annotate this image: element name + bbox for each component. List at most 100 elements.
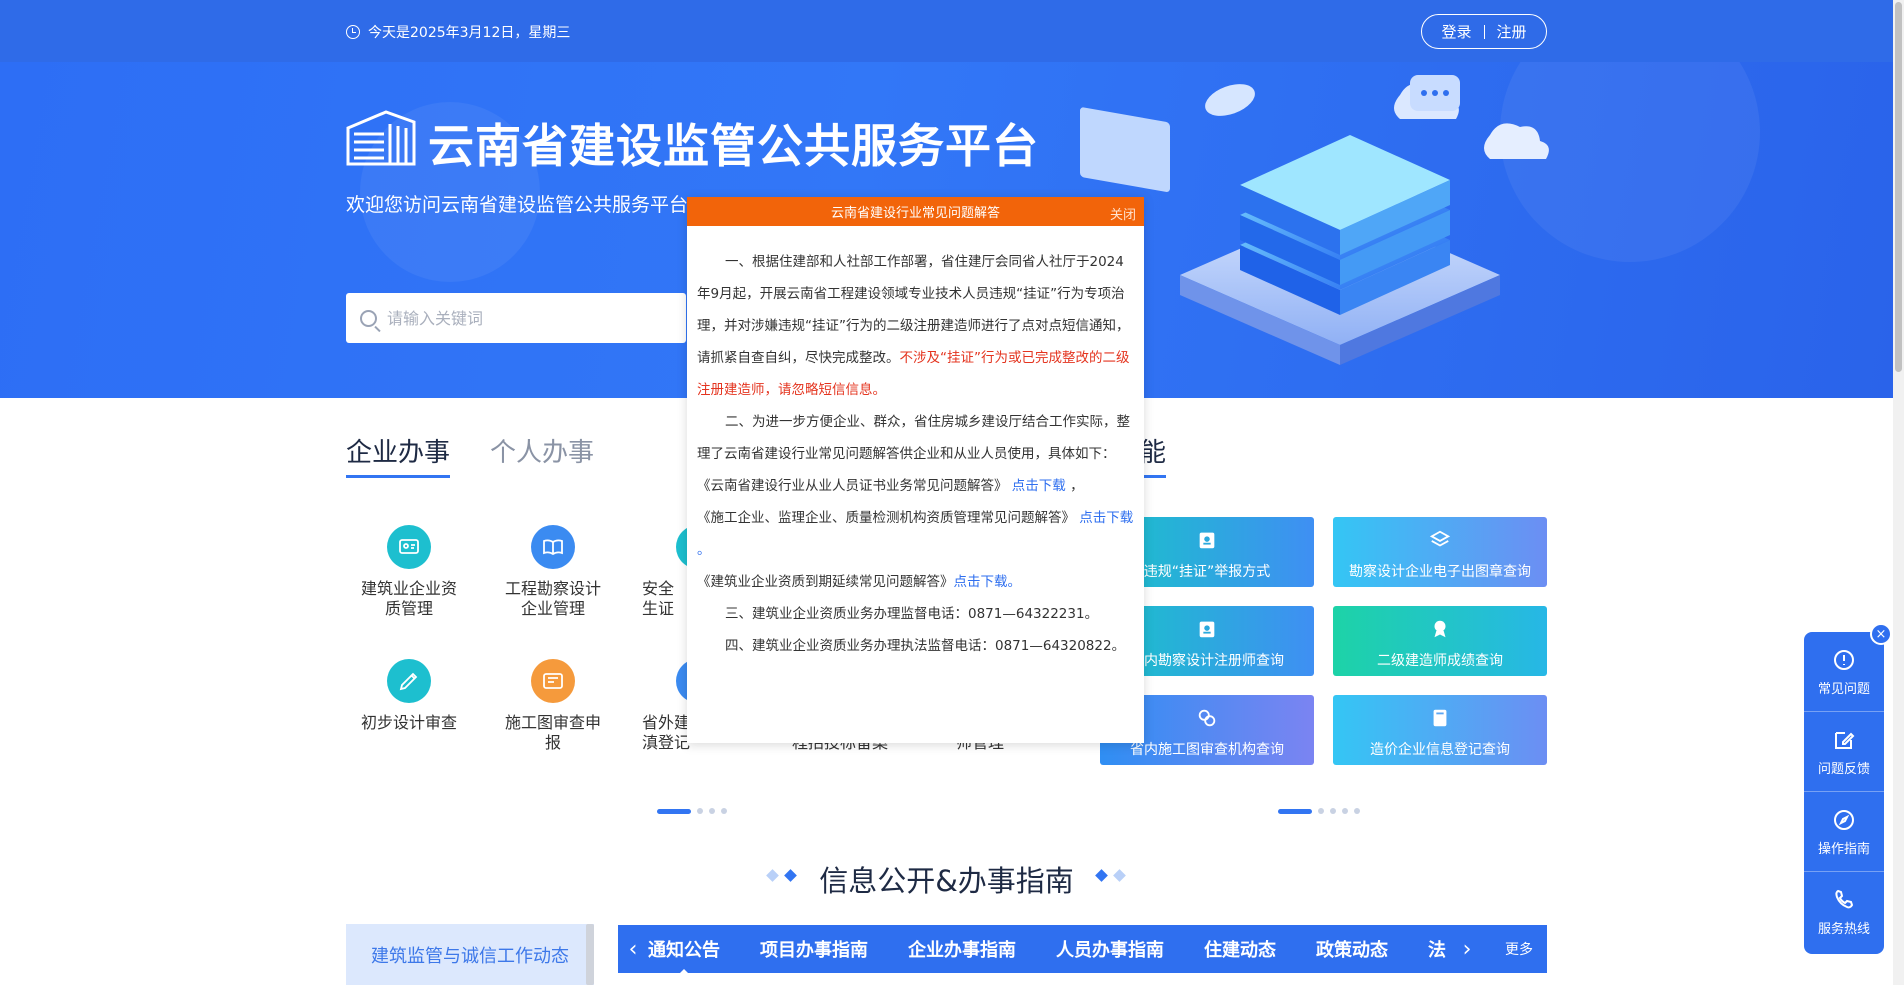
news-tab-housing-news[interactable]: 住建动态 [1204, 936, 1276, 962]
card-cost-enterprise-query[interactable]: 造价企业信息登记查询 [1333, 695, 1547, 765]
float-label: 服务热线 [1817, 922, 1870, 937]
carousel-dot[interactable] [1342, 808, 1348, 814]
card-label: 造价企业信息登记查询 [1370, 742, 1510, 758]
card-seal-query[interactable]: 勘察设计企业电子出图章查询 [1333, 517, 1547, 587]
register-link[interactable]: 注册 [1497, 21, 1527, 42]
service-label: 工程勘察设计企业管理 [504, 579, 601, 618]
carousel-dot[interactable] [1278, 808, 1312, 814]
login-link[interactable]: 登录 [1441, 21, 1471, 42]
download-link[interactable]: 点击下载 [1012, 478, 1066, 494]
doc-title: 《云南省建设行业从业人员证书业务常见问题解答》 [697, 478, 1008, 494]
chevron-right-icon[interactable]: › [1452, 937, 1482, 962]
news-tab-personnel-guide[interactable]: 人员办事指南 [1056, 936, 1164, 962]
left-panel-header[interactable]: 建筑监管与诚信工作动态 [346, 924, 594, 985]
pencil-icon [387, 659, 431, 703]
book-icon [531, 525, 575, 569]
search-icon[interactable] [360, 309, 377, 327]
page-scrollbar-thumb[interactable] [1895, 2, 1902, 372]
service-label: 初步设计审查 [360, 713, 457, 732]
tab-personal[interactable]: 个人办事 [490, 432, 594, 478]
download-link[interactable]: 点击下载 [1079, 510, 1133, 526]
service-item-construction[interactable]: 建筑业企业资质管理 [354, 525, 464, 619]
card-builder-score-query[interactable]: 二级建造师成绩查询 [1333, 606, 1547, 676]
medal-icon [1434, 620, 1446, 638]
site-logo-icon [346, 110, 416, 166]
carousel-dot[interactable] [709, 808, 715, 814]
float-item-feedback[interactable]: 问题反馈 [1804, 712, 1884, 792]
service-tabs: 企业办事 个人办事 [346, 432, 594, 478]
phone-icon [1835, 889, 1854, 909]
float-label: 问题反馈 [1817, 762, 1870, 777]
card-label: 勘察设计企业电子出图章查询 [1349, 564, 1531, 580]
service-item-drawing-review[interactable]: 施工图审查申报 [498, 659, 608, 753]
doc-tail: 。 [697, 542, 711, 558]
service-item-safety[interactable]: 安全生证 [642, 525, 688, 619]
float-label: 常见问题 [1817, 682, 1870, 697]
float-close-button[interactable]: × [1870, 623, 1892, 645]
service-label: 建筑业企业资质管理 [360, 579, 457, 618]
section-title: 信息公开&办事指南 [819, 864, 1074, 898]
divider [1483, 24, 1485, 39]
exclamation-icon [1834, 650, 1854, 670]
layers-icon [1429, 530, 1451, 547]
doc-title: 《建筑业企业资质到期延续常见问题解答》 [697, 574, 954, 590]
news-tab-notice[interactable]: 通知公告 [648, 936, 720, 976]
carousel-dot[interactable] [697, 808, 703, 814]
news-tab-project-guide[interactable]: 项目办事指南 [760, 936, 868, 962]
carousel-dots-right [1278, 808, 1360, 814]
site-title: 云南省建设监管公共服务平台 [428, 119, 1039, 173]
side-float-panel: 常见问题 问题反馈 操作指南 服务热线 [1804, 632, 1884, 954]
news-tab-policy-news[interactable]: 政策动态 [1316, 936, 1388, 962]
auth-group: 登录 注册 [1421, 14, 1547, 49]
left-panel-scrollbar[interactable] [586, 924, 594, 985]
service-item-survey-design[interactable]: 工程勘察设计企业管理 [498, 525, 608, 619]
carousel-dot[interactable] [1318, 808, 1324, 814]
modal-close-button[interactable]: 关闭 [1110, 204, 1136, 223]
date-text: 今天是2025年3月12日，星期三 [368, 25, 571, 41]
doc-tail: ， [1070, 478, 1084, 494]
doc-title: 《施工企业、监理企业、质量检测机构资质管理常见问题解答》 [697, 510, 1075, 526]
modal-doc-2: 《施工企业、监理企业、质量检测机构资质管理常见问题解答》 点击下载 。 [697, 502, 1135, 566]
doc-tail: 。 [1007, 574, 1022, 590]
news-tab-law[interactable]: 法 [1428, 936, 1446, 962]
carousel-dot[interactable] [721, 808, 727, 814]
badge-icon [1199, 621, 1215, 638]
news-tab-bar: ‹ 通知公告 项目办事指南 企业办事指南 人员办事指南 住建动态 政策动态 法 … [618, 925, 1547, 976]
download-link[interactable]: 点击下载 [954, 574, 1008, 590]
float-item-hotline[interactable]: 服务热线 [1804, 872, 1884, 952]
card-label: 二级建造师成绩查询 [1377, 653, 1503, 669]
news-tab-enterprise-guide[interactable]: 企业办事指南 [908, 936, 1016, 962]
float-label: 操作指南 [1817, 842, 1870, 857]
carousel-dot[interactable] [1330, 808, 1336, 814]
compass-icon [1834, 810, 1854, 830]
carousel-dot[interactable] [1354, 808, 1360, 814]
modal-body: 一、根据住建部和人社部工作部署，省住建厅会同省人社厅于2024年9月起，开展云南… [687, 226, 1144, 662]
modal-paragraph-1: 一、根据住建部和人社部工作部署，省住建厅会同省人社厅于2024年9月起，开展云南… [697, 246, 1135, 406]
float-item-faq[interactable]: 常见问题 [1804, 632, 1884, 712]
search-box [346, 293, 686, 343]
edit-icon [1835, 732, 1855, 749]
modal-paragraph-2: 二、为进一步方便企业、群众，省住房城乡建设厅结合工作实际，整理了云南省建设行业常… [697, 414, 1130, 462]
chevron-left-icon[interactable]: ‹ [618, 937, 648, 962]
modal-header: 云南省建设行业常见问题解答 关闭 [687, 197, 1144, 226]
modal-paragraph-3: 三、建筑业企业资质业务办理监督电话：0871—64322231。 [725, 606, 1099, 622]
blueprint-icon [531, 659, 575, 703]
service-item-preliminary-design[interactable]: 初步设计审查 [354, 659, 464, 733]
search-input[interactable] [385, 307, 645, 329]
badge-icon [1199, 532, 1215, 549]
tab-enterprise[interactable]: 企业办事 [346, 432, 451, 478]
clock-icon [346, 25, 360, 39]
modal-doc-1: 《云南省建设行业从业人员证书业务常见问题解答》 点击下载 ， [697, 470, 1135, 502]
carousel-dot[interactable] [657, 808, 691, 814]
service-label: 安全生证 [642, 579, 675, 618]
book-icon [1433, 709, 1447, 727]
more-link[interactable]: 更多 [1505, 939, 1533, 959]
date-display: 今天是2025年3月12日，星期三 [346, 22, 570, 42]
faq-modal: 云南省建设行业常见问题解答 关闭 一、根据住建部和人社部工作部署，省住建厅会同省… [687, 197, 1144, 743]
modal-title: 云南省建设行业常见问题解答 [830, 206, 1000, 221]
modal-doc-3: 《建筑业企业资质到期延续常见问题解答》点击下载。 [697, 566, 1135, 598]
top-bar [0, 0, 1893, 62]
float-item-guide[interactable]: 操作指南 [1804, 792, 1884, 872]
welcome-text: 欢迎您访问云南省建设监管公共服务平台 [346, 194, 689, 216]
service-label: 施工图审查申报 [504, 713, 601, 752]
